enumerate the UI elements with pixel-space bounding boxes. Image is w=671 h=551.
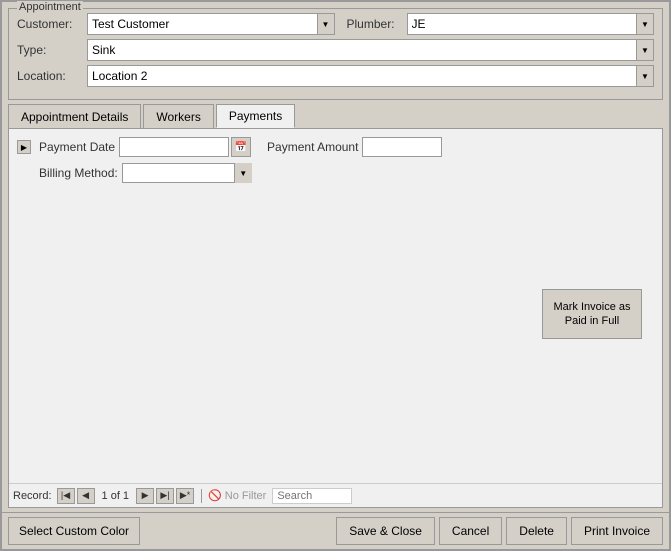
billing-method-label: Billing Method: <box>39 166 118 180</box>
record-row-arrow: ▶ <box>17 140 31 154</box>
tab-appointment-details-label: Appointment Details <box>21 110 128 124</box>
payment-amount-label: Payment Amount <box>267 140 358 154</box>
tab-workers-label: Workers <box>156 110 200 124</box>
search-input[interactable] <box>272 488 352 504</box>
payment-date-label: Payment Date <box>39 140 115 154</box>
payment-date-input[interactable] <box>119 137 229 157</box>
payment-amount-input[interactable] <box>362 137 442 157</box>
customer-row: Customer: Test Customer ▼ Plumber: JE ▼ <box>17 13 654 35</box>
location-select-wrapper: Location 2 ▼ <box>87 65 654 87</box>
main-window: Appointment Customer: Test Customer ▼ Pl… <box>0 0 671 551</box>
payment-date-row: ▶ Payment Date 📅 Payment Amount <box>17 137 654 157</box>
plumber-select[interactable]: JE <box>407 13 655 35</box>
appointment-group: Appointment Customer: Test Customer ▼ Pl… <box>8 8 663 100</box>
calendar-icon: 📅 <box>235 142 247 153</box>
print-invoice-button[interactable]: Print Invoice <box>571 517 663 545</box>
location-row: Location: Location 2 ▼ <box>17 65 654 87</box>
record-nav-label: Record: <box>13 490 52 502</box>
payments-content: ▶ Payment Date 📅 Payment Amount Billing … <box>9 129 662 191</box>
billing-method-select[interactable] <box>122 163 252 183</box>
nav-prev-icon: ◀ <box>82 490 89 501</box>
nav-last-icon: ▶| <box>160 490 169 501</box>
nav-first-icon: |◀ <box>61 490 70 501</box>
record-nav-bar: Record: |◀ ◀ 1 of 1 ▶ ▶| ▶* 🚫 No Filter <box>9 483 662 507</box>
billing-method-row: Billing Method: ▼ <box>39 163 654 183</box>
bottom-toolbar: Select Custom Color Save & Close Cancel … <box>2 512 669 549</box>
type-select-wrapper: Sink ▼ <box>87 39 654 61</box>
record-info: 1 of 1 <box>102 490 130 502</box>
nav-first-button[interactable]: |◀ <box>57 488 75 504</box>
tab-content: ▶ Payment Date 📅 Payment Amount Billing … <box>8 128 663 508</box>
nav-last-button[interactable]: ▶| <box>156 488 174 504</box>
group-label: Appointment <box>17 1 83 13</box>
type-row: Type: Sink ▼ <box>17 39 654 61</box>
type-label: Type: <box>17 43 87 57</box>
location-label: Location: <box>17 69 87 83</box>
customer-select[interactable]: Test Customer <box>87 13 335 35</box>
nav-divider <box>201 489 202 503</box>
save-close-button[interactable]: Save & Close <box>336 517 435 545</box>
no-filter-indicator: 🚫 No Filter <box>208 489 266 502</box>
nav-prev-button[interactable]: ◀ <box>77 488 95 504</box>
delete-button[interactable]: Delete <box>506 517 567 545</box>
tab-strip: Appointment Details Workers Payments <box>8 104 663 128</box>
cancel-button[interactable]: Cancel <box>439 517 502 545</box>
location-select[interactable]: Location 2 <box>87 65 654 87</box>
calendar-button[interactable]: 📅 <box>231 137 251 157</box>
no-filter-icon: 🚫 <box>208 489 222 502</box>
mark-invoice-button[interactable]: Mark Invoice as Paid in Full <box>542 289 642 339</box>
plumber-select-wrapper: JE ▼ <box>407 13 655 35</box>
customer-label: Customer: <box>17 17 87 31</box>
select-custom-color-button[interactable]: Select Custom Color <box>8 517 140 545</box>
nav-next-button[interactable]: ▶ <box>136 488 154 504</box>
nav-new-button[interactable]: ▶* <box>176 488 194 504</box>
no-filter-label: No Filter <box>225 490 267 502</box>
type-select[interactable]: Sink <box>87 39 654 61</box>
tab-payments[interactable]: Payments <box>216 104 295 128</box>
customer-select-wrapper: Test Customer ▼ <box>87 13 335 35</box>
tab-workers[interactable]: Workers <box>143 104 213 128</box>
tab-appointment-details[interactable]: Appointment Details <box>8 104 141 128</box>
plumber-label: Plumber: <box>347 17 407 31</box>
tab-payments-label: Payments <box>229 109 282 123</box>
nav-new-icon: ▶* <box>180 490 190 501</box>
nav-next-icon: ▶ <box>142 490 149 501</box>
arrow-icon: ▶ <box>21 143 27 152</box>
billing-select-wrapper: ▼ <box>122 163 252 183</box>
